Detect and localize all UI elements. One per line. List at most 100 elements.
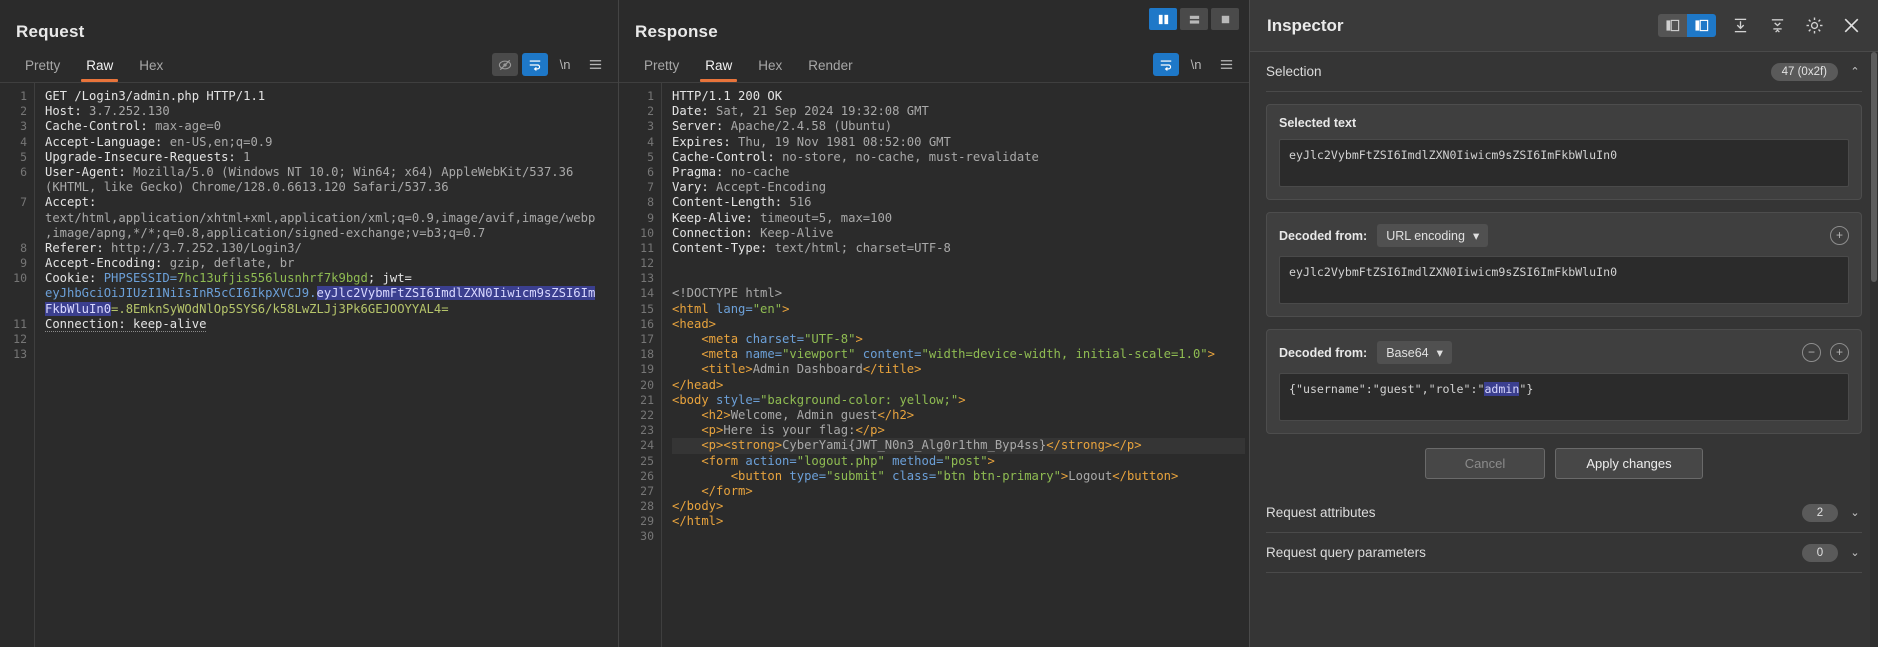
response-code[interactable]: HTTP/1.1 200 OK Date: Sat, 21 Sep 2024 19…	[661, 83, 1249, 647]
code-line[interactable]: Accept-Encoding: gzip, deflate, br	[45, 256, 614, 271]
code-line[interactable]: <button type="submit" class="btn btn-pri…	[672, 469, 1245, 484]
code-line[interactable]: <html lang="en">	[672, 302, 1245, 317]
word-wrap-icon[interactable]	[522, 53, 548, 76]
code-line[interactable]: Server: Apache/2.4.58 (Ubuntu)	[672, 119, 1245, 134]
inspector-scrollbar-track[interactable]	[1870, 52, 1878, 647]
tab-request-pretty[interactable]: Pretty	[12, 54, 73, 82]
request-editor[interactable]: 1 2 3 4 5 6 7 8 9 10 11 12 13 GET /Login3/admin.php …	[0, 83, 618, 647]
code-line[interactable]: Connection: Keep-Alive	[672, 226, 1245, 241]
layout-right-icon[interactable]	[1687, 14, 1716, 37]
code-line[interactable]: Pragma: no-cache	[672, 165, 1245, 180]
code-line[interactable]: <h2>Welcome, Admin guest</h2>	[672, 408, 1245, 423]
apply-changes-button[interactable]: Apply changes	[1555, 448, 1703, 479]
code-line[interactable]	[672, 529, 1245, 544]
chevron-down-icon[interactable]: ⌄	[1848, 546, 1862, 559]
hamburger-icon[interactable]	[582, 53, 608, 76]
eye-off-icon[interactable]	[492, 53, 518, 76]
response-editor[interactable]: 1 2 3 4 5 6 7 8 9 10 11 12 13 14 15 16 17 18 19 20 21 22 23 24 2…	[619, 83, 1249, 647]
code-line[interactable]: Expires: Thu, 19 Nov 1981 08:52:00 GMT	[672, 135, 1245, 150]
code-line[interactable]: Accept:	[45, 195, 614, 210]
decoded-base64-encoding-select[interactable]: Base64 ▾	[1377, 341, 1452, 364]
tab-request-raw[interactable]: Raw	[73, 54, 126, 82]
single-pane-icon[interactable]	[1211, 8, 1239, 30]
code-line[interactable]: <!DOCTYPE html>	[672, 286, 1245, 301]
gear-icon[interactable]	[1801, 14, 1827, 37]
request-pane: Request Pretty Raw Hex \n 1 2 3 4 5 6 7 8 9 10 11 1…	[0, 0, 618, 647]
code-line[interactable]: </form>	[672, 484, 1245, 499]
code-line[interactable]: Upgrade-Insecure-Requests: 1	[45, 150, 614, 165]
code-line[interactable]: Connection: keep-alive	[45, 316, 614, 332]
selection-label: Selection	[1266, 64, 1322, 79]
code-line[interactable]: <p><strong>CyberYami{JWT_N0n3_Alg0r1thm_…	[672, 438, 1245, 454]
newline-toggle[interactable]: \n	[552, 53, 578, 76]
code-line[interactable]: User-Agent: Mozilla/5.0 (Windows NT 10.0…	[45, 165, 614, 180]
tab-response-raw[interactable]: Raw	[692, 54, 745, 82]
code-line[interactable]	[45, 347, 614, 362]
code-line[interactable]	[672, 256, 1245, 271]
tab-request-hex[interactable]: Hex	[126, 54, 176, 82]
inspector-body: Selection 47 (0x2f) ⌃ Selected text eyJl…	[1250, 52, 1878, 647]
code-line[interactable]: </head>	[672, 378, 1245, 393]
tab-response-render[interactable]: Render	[795, 54, 865, 82]
split-vertical-icon[interactable]	[1149, 8, 1177, 30]
plus-circle-icon[interactable]: +	[1830, 343, 1849, 362]
word-wrap-icon[interactable]	[1153, 53, 1179, 76]
code-line[interactable]: <title>Admin Dashboard</title>	[672, 362, 1245, 377]
code-line[interactable]: <meta charset="UTF-8">	[672, 332, 1245, 347]
code-token: >	[1207, 347, 1215, 362]
code-line[interactable]: GET /Login3/admin.php HTTP/1.1	[45, 89, 614, 104]
code-line[interactable]: </html>	[672, 514, 1245, 529]
collapse-all-icon[interactable]	[1727, 14, 1753, 37]
chevron-down-icon[interactable]: ⌄	[1848, 506, 1862, 519]
code-line[interactable]: Cache-Control: max-age=0	[45, 119, 614, 134]
tab-response-hex[interactable]: Hex	[745, 54, 795, 82]
minus-circle-icon[interactable]: −	[1802, 343, 1821, 362]
line-number: 3	[647, 119, 654, 134]
code-line[interactable]: <form action="logout.php" method="post">	[672, 454, 1245, 469]
layout-left-icon[interactable]	[1658, 14, 1687, 37]
code-line[interactable]: Vary: Accept-Encoding	[672, 180, 1245, 195]
code-line[interactable]: text/html,application/xhtml+xml,applicat…	[45, 211, 614, 226]
request-attributes-section[interactable]: Request attributes 2 ⌄	[1266, 493, 1862, 533]
selected-text-value[interactable]: eyJlc2VybmFtZSI6ImdlZXN0Iiwicm9sZSI6ImFk…	[1279, 139, 1849, 187]
chevron-up-icon[interactable]: ⌃	[1848, 65, 1862, 78]
request-query-parameters-section[interactable]: Request query parameters 0 ⌄	[1266, 533, 1862, 573]
selection-section-header[interactable]: Selection 47 (0x2f) ⌃	[1266, 52, 1862, 92]
decoded-base64-value[interactable]: {"username":"guest","role":"admin"}	[1279, 373, 1849, 421]
code-line[interactable]: <meta name="viewport" content="width=dev…	[672, 347, 1245, 362]
code-line[interactable]: HTTP/1.1 200 OK	[672, 89, 1245, 104]
decoded-url-encoding-select[interactable]: URL encoding ▾	[1377, 224, 1489, 247]
code-line[interactable]: </body>	[672, 499, 1245, 514]
tab-response-pretty[interactable]: Pretty	[631, 54, 692, 82]
code-line[interactable]: Referer: http://3.7.252.130/Login3/	[45, 241, 614, 256]
code-line[interactable]: eyJhbGciOiJIUzI1NiIsInR5cCI6IkpXVCJ9.eyJ…	[45, 286, 614, 301]
code-line[interactable]: Host: 3.7.252.130	[45, 104, 614, 119]
code-line[interactable]: <head>	[672, 317, 1245, 332]
code-line[interactable]: Accept-Language: en-US,en;q=0.9	[45, 135, 614, 150]
inspector-scrollbar-thumb[interactable]	[1871, 52, 1877, 282]
newline-toggle[interactable]: \n	[1183, 53, 1209, 76]
decoded-url-value[interactable]: eyJlc2VybmFtZSI6ImdlZXN0Iiwicm9sZSI6ImFk…	[1279, 256, 1849, 304]
code-line[interactable]: (KHTML, like Gecko) Chrome/128.0.6613.12…	[45, 180, 614, 195]
code-line[interactable]: FkbWluIn0=.8EmknSyWOdNlOp5SYS6/k58LwZLJj…	[45, 301, 614, 317]
code-line[interactable]: ,image/apng,*/*;q=0.8,application/signed…	[45, 226, 614, 241]
code-line[interactable]: Date: Sat, 21 Sep 2024 19:32:08 GMT	[672, 104, 1245, 119]
code-line[interactable]	[45, 332, 614, 347]
code-line[interactable]	[672, 271, 1245, 286]
code-line[interactable]: Content-Length: 516	[672, 195, 1245, 210]
request-code[interactable]: GET /Login3/admin.php HTTP/1.1 Host: 3.7.…	[34, 83, 618, 647]
code-line[interactable]: Content-Type: text/html; charset=UTF-8	[672, 241, 1245, 256]
split-horizontal-icon[interactable]	[1180, 8, 1208, 30]
cancel-button[interactable]: Cancel	[1425, 448, 1545, 479]
hamburger-icon[interactable]	[1213, 53, 1239, 76]
code-line[interactable]: Cache-Control: no-store, no-cache, must-…	[672, 150, 1245, 165]
code-line[interactable]: Cookie: PHPSESSID=7hc13ufjis556lusnhrf7k…	[45, 271, 614, 286]
decoded-base64-label: Decoded from:	[1279, 345, 1368, 360]
code-line[interactable]: <p>Here is your flag:</p>	[672, 423, 1245, 438]
code-token: </html>	[672, 514, 724, 529]
close-icon[interactable]	[1838, 14, 1864, 37]
code-line[interactable]: <body style="background-color: yellow;">	[672, 393, 1245, 408]
expand-all-icon[interactable]	[1764, 14, 1790, 37]
plus-circle-icon[interactable]: +	[1830, 226, 1849, 245]
code-line[interactable]: Keep-Alive: timeout=5, max=100	[672, 211, 1245, 226]
